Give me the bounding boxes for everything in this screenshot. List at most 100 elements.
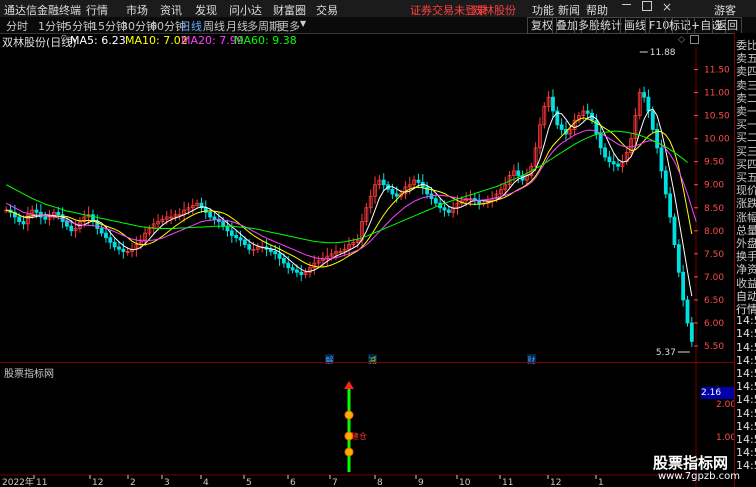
settings-icon[interactable]: ⚙: [60, 34, 68, 44]
signal-arrow: [344, 381, 354, 389]
back-button[interactable]: 返回: [712, 17, 742, 34]
ma10-label: MA10: 7.02: [125, 34, 188, 47]
price-tick-label: 7.50: [704, 250, 724, 260]
candle-body: [607, 156, 612, 163]
price-tick-label: 10.50: [704, 112, 730, 122]
candle-body: [212, 216, 217, 220]
menu-item-wealth[interactable]: 财富圈: [273, 2, 306, 18]
menu-item-newsfeed[interactable]: 新闻: [558, 2, 580, 18]
panel-divider: [0, 362, 734, 363]
menu-item-news[interactable]: 资讯: [160, 2, 182, 18]
time-axis-label: 2022年: [2, 476, 34, 487]
signal-label: 建仓: [351, 431, 367, 441]
ma60-line: [5, 130, 688, 244]
price-tick-label: 11.00: [704, 89, 730, 99]
candle-body: [221, 221, 226, 227]
candle-body: [433, 198, 438, 204]
time-axis-label: 2: [130, 478, 136, 487]
minimize-icon[interactable]: [622, 4, 631, 5]
time-axis-label: 3: [164, 478, 170, 487]
candle-body: [286, 262, 291, 269]
time-axis-label: 6: [290, 478, 296, 487]
candle-body: [585, 110, 590, 114]
sub-panel-title: 股票指标网: [4, 369, 54, 380]
tab-intraday[interactable]: 分时: [6, 18, 28, 34]
kline-chart[interactable]: 11.50 11.00 10.50 10.00 9.50 9.00 8.50 8.00 7.50…: [0, 47, 734, 487]
maximize-icon[interactable]: [642, 1, 652, 11]
time-axis-label: 12: [92, 478, 103, 487]
signal-coin-icon: [344, 410, 354, 420]
candle-body: [277, 253, 282, 259]
tab-multi-period[interactable]: 多周期: [247, 18, 280, 34]
high-marker-label: 11.88: [650, 48, 676, 58]
candle-body: [43, 216, 48, 220]
menu-item-help[interactable]: 帮助: [586, 2, 608, 18]
candle-body: [611, 161, 616, 165]
candle-body: [268, 248, 273, 252]
ma-info-line: 双林股份(日线) ⚙ MA5: 6.23 MA10: 7.02 MA20: 7.…: [0, 34, 700, 49]
app-logo: 通达信金融终端: [4, 4, 81, 17]
time-axis-label: 9: [418, 478, 424, 487]
menu-item-market[interactable]: 市场: [126, 2, 148, 18]
event-tag-label: 减: [369, 355, 377, 365]
candle-body: [663, 170, 668, 195]
time-axis-label: 1: [598, 478, 604, 487]
event-tag-label: 解: [326, 355, 334, 365]
side-label: 14:5: [736, 367, 756, 380]
candle-body: [442, 207, 447, 211]
tab-monthly[interactable]: 月线: [226, 18, 248, 34]
candle-body: [446, 209, 451, 213]
ma60-label: MA60: 9.38: [234, 34, 297, 47]
candle-body: [34, 209, 39, 213]
watermark-url: www.7gpzb.com: [658, 471, 740, 482]
more-dropdown-icon[interactable]: ▼: [300, 19, 306, 28]
price-tick-label: 10.00: [704, 135, 730, 145]
side-label: 14:5: [736, 327, 756, 341]
menu-item-function[interactable]: 功能: [532, 2, 554, 18]
window-icon[interactable]: [690, 35, 699, 44]
candle-body: [603, 147, 607, 158]
candle-body: [17, 216, 22, 222]
candle-body: [99, 228, 104, 234]
candle-body: [689, 322, 694, 342]
close-icon[interactable]: ×: [662, 0, 672, 14]
candle-body: [394, 193, 399, 197]
candle-body: [616, 163, 620, 167]
side-label: 14:5: [736, 353, 756, 367]
menu-item-quotes[interactable]: 行情: [86, 2, 108, 18]
period-toolbar: 分时 1分钟 5分钟 15分钟 30分钟 60分钟 日线 周线 月线 多周期 更…: [0, 17, 756, 34]
candle-body: [676, 244, 681, 273]
tab-1min[interactable]: 1分钟: [38, 18, 67, 34]
tab-5min[interactable]: 5分钟: [65, 18, 94, 34]
menu-item-discover[interactable]: 发现: [195, 2, 217, 18]
menu-item-ask[interactable]: 问小达: [229, 2, 262, 18]
menu-item-trade[interactable]: 交易: [316, 2, 338, 18]
candle-body: [234, 235, 239, 239]
side-label: 14:5: [736, 446, 756, 460]
tab-daily[interactable]: 日线: [180, 18, 202, 34]
candle-body: [69, 225, 74, 232]
time-axis-label: 10: [459, 478, 471, 487]
candle-body: [112, 241, 117, 248]
guest-user[interactable]: 游客: [714, 2, 736, 18]
tab-weekly[interactable]: 周线: [203, 18, 225, 34]
price-tick-label: 5.50: [704, 342, 724, 352]
watermark-title: 股票指标网: [653, 454, 729, 472]
candle-body: [229, 230, 234, 236]
candle-body: [282, 258, 286, 264]
candle-body: [477, 200, 482, 204]
candle-body: [121, 248, 126, 252]
candle-body: [646, 96, 651, 112]
price-tick-label: 6.50: [704, 296, 724, 306]
candle-body: [290, 267, 295, 271]
price-tick-label: 6.00: [704, 319, 724, 329]
low-marker-label: 5.37: [656, 348, 676, 358]
time-axis-label: 7: [332, 478, 338, 487]
stock-name-link[interactable]: 双林股份: [472, 2, 516, 18]
candle-body: [60, 214, 65, 222]
candle-body: [208, 211, 213, 218]
expand-icon[interactable]: ◇: [678, 35, 685, 45]
tab-more[interactable]: 更多: [278, 18, 300, 34]
signal-coin-icon: [344, 447, 354, 457]
candle-body: [238, 237, 243, 241]
